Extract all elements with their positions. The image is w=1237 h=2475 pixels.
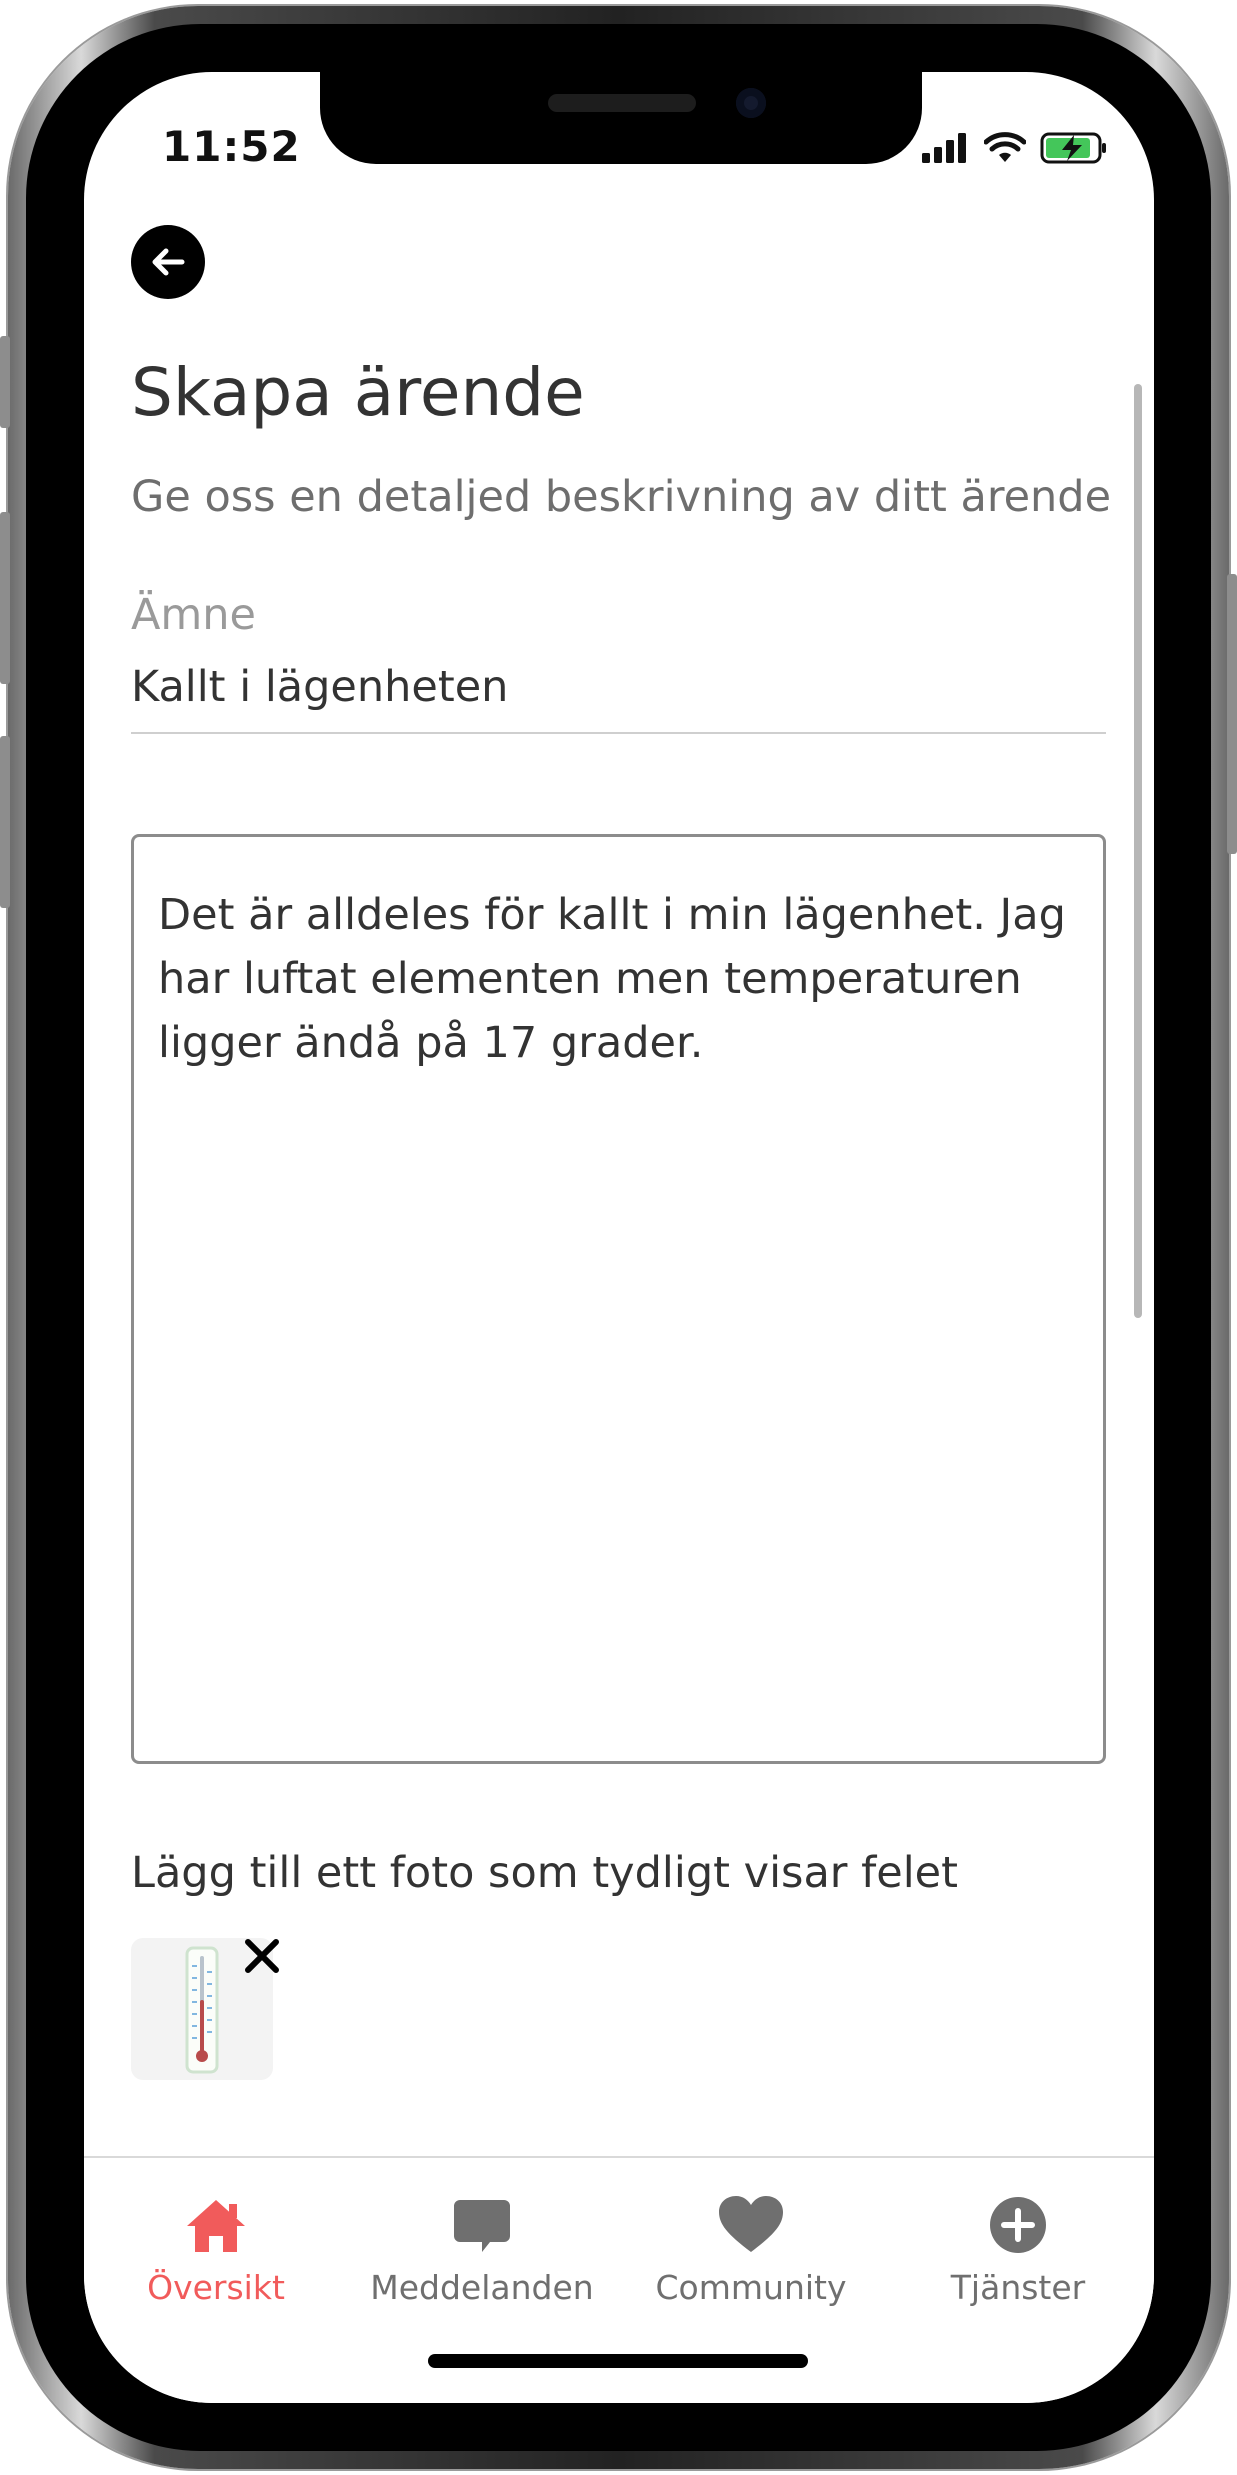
wifi-icon [984, 132, 1026, 162]
subject-input[interactable]: Kallt i lägenheten [131, 662, 508, 712]
tab-label: Översikt [147, 2268, 285, 2307]
cellular-signal-icon [922, 133, 966, 163]
arrow-left-icon [152, 248, 185, 276]
tab-label: Tjänster [950, 2268, 1086, 2307]
home-indicator[interactable] [428, 2354, 808, 2368]
back-button[interactable] [131, 225, 205, 299]
battery-charging-icon [1040, 132, 1106, 164]
status-icons [922, 130, 1108, 166]
front-camera [736, 88, 766, 118]
volume-down-button [0, 736, 10, 908]
subject-underline [131, 732, 1106, 734]
tab-label: Community [655, 2268, 847, 2307]
notch [320, 72, 922, 164]
home-icon [187, 2200, 245, 2252]
scrollbar[interactable] [1134, 384, 1142, 1318]
photo-label: Lägg till ett foto som tydligt visar fel… [131, 1848, 958, 1898]
page-subtitle: Ge oss en detaljed beskrivning av ditt ä… [131, 472, 1112, 522]
power-button [1227, 574, 1237, 854]
app-screen: 11:52 Skapa ärende Ge oss en detaljed be… [84, 72, 1154, 2403]
tab-tjanster[interactable]: Tjänster [903, 2190, 1133, 2307]
speaker-grille [548, 94, 696, 112]
tab-meddelanden[interactable]: Meddelanden [367, 2190, 597, 2307]
status-time: 11:52 [162, 122, 301, 171]
tab-label: Meddelanden [370, 2268, 594, 2307]
chat-icon [454, 2200, 510, 2252]
heart-icon [719, 2196, 783, 2252]
page-title: Skapa ärende [131, 354, 585, 431]
plus-circle-icon [990, 2197, 1046, 2253]
close-icon[interactable] [240, 1934, 284, 1978]
mute-switch [0, 336, 10, 428]
volume-up-button [0, 512, 10, 684]
tab-oversikt[interactable]: Översikt [101, 2190, 331, 2307]
subject-label: Ämne [131, 590, 257, 640]
tab-community[interactable]: Community [636, 2190, 866, 2307]
description-textarea[interactable]: Det är alldeles för kallt i min lägenhet… [131, 834, 1106, 1764]
